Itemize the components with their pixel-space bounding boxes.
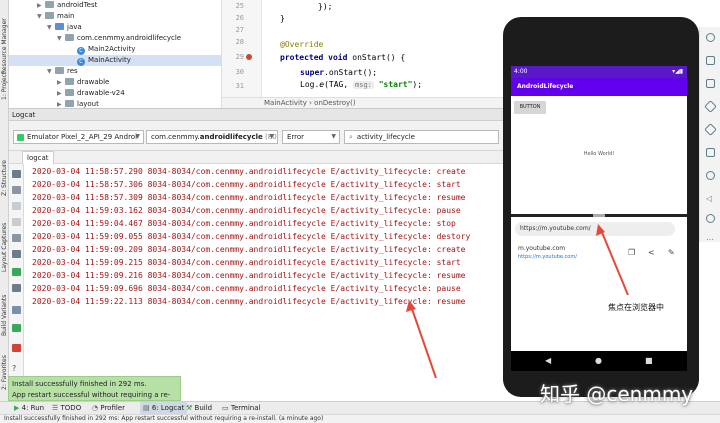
arrow-to-browser — [600, 229, 629, 296]
annotation-arrows — [406, 224, 629, 379]
arrow-head — [406, 300, 416, 312]
watermark: 知乎 @cenmmy — [540, 382, 694, 406]
annotation-text: 焦点在浏览器中 — [608, 303, 664, 312]
arrow-to-log — [410, 305, 437, 379]
